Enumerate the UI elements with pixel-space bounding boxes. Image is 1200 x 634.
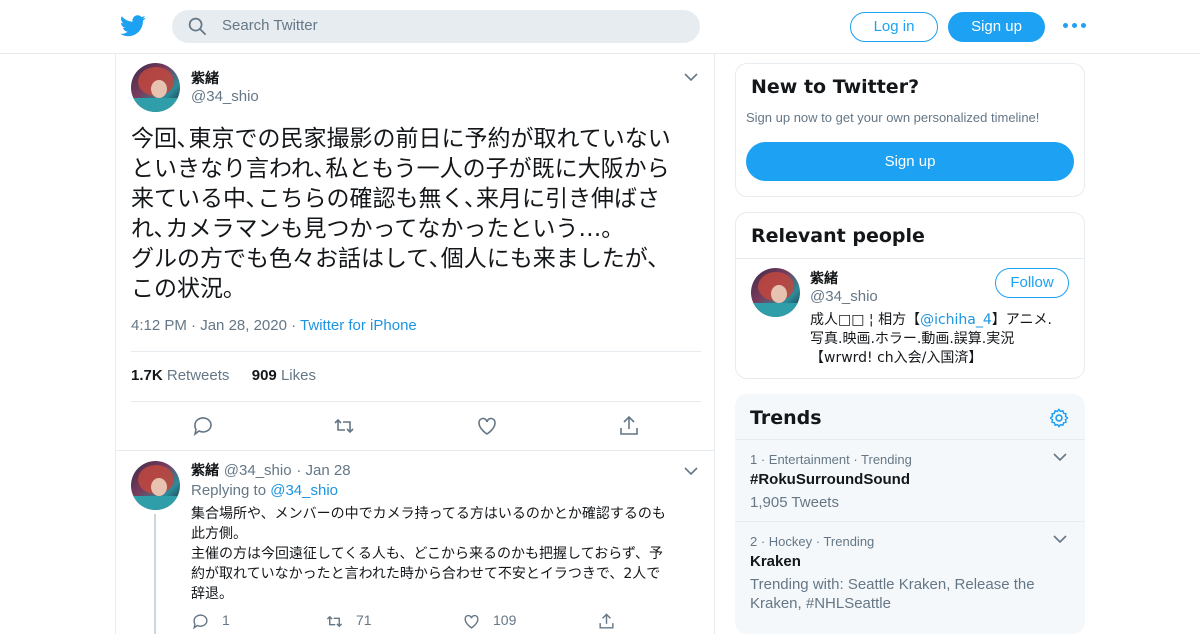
reply-like-button[interactable]: 109 [462, 612, 516, 632]
like-icon [464, 614, 479, 629]
tweet-date[interactable]: Jan 28, 2020 [200, 317, 287, 334]
trend-item[interactable]: 1 · Entertainment · Trending #RokuSurrou… [735, 452, 1085, 522]
relevant-people-card: Relevant people 紫緒 @34_shio Follow 成人□□ … [735, 212, 1085, 379]
signup-button[interactable]: Sign up [948, 12, 1045, 42]
tweet-stats: 1.7K Retweets 909 Likes [131, 367, 316, 384]
trends-panel: Trends 1 · Entertainment · Trending #Rok… [735, 394, 1085, 634]
person-name[interactable]: 紫緒 [810, 268, 838, 288]
reply-like-count: 109 [493, 612, 517, 629]
more-options-icon[interactable] [1063, 22, 1087, 30]
divider [735, 521, 1085, 522]
trend-context: 2 · Hockey · Trending [750, 534, 875, 549]
trend-tweet-count: 1,905 Tweets [750, 494, 839, 511]
reply-author-name[interactable]: 紫緒 [191, 463, 219, 479]
trend-related: Trending with: Seattle Kraken, Release t… [750, 576, 1035, 612]
search-icon [188, 17, 206, 35]
search-placeholder: Search Twitter [222, 17, 318, 34]
share-icon[interactable] [617, 414, 641, 438]
card-title: Relevant people [751, 225, 925, 247]
trends-title: Trends [750, 407, 822, 429]
avatar[interactable] [751, 268, 800, 317]
chevron-down-icon[interactable] [684, 72, 698, 82]
trend-item[interactable]: 2 · Hockey · Trending Kraken Trending wi… [735, 534, 1085, 624]
chevron-down-icon[interactable] [684, 466, 698, 476]
reply-text: 集合場所や、メンバーの中でカメラ持ってる方はいるのかとか確認するのも 此方側。 … [191, 506, 666, 602]
trend-context: 1 · Entertainment · Trending [750, 452, 912, 467]
tweet-column: 紫緒 @34_shio 今回､東京での民家撮影の前日に予約が取れていない といき… [115, 54, 715, 634]
divider [736, 258, 1084, 259]
bio-text: 成人□□ ¦ 相方【 [810, 312, 921, 328]
new-to-twitter-card: New to Twitter? Sign up now to get your … [735, 63, 1085, 197]
author-name[interactable]: 紫緒 [191, 68, 219, 88]
tweet-source-link[interactable]: Twitter for iPhone [300, 317, 417, 334]
card-subtitle: Sign up now to get your own personalized… [746, 110, 1040, 125]
retweets-label[interactable]: Retweets [167, 367, 230, 384]
author-handle[interactable]: @34_shio [191, 88, 259, 105]
tweet-meta: 4:12 PM · Jan 28, 2020 · Twitter for iPh… [131, 317, 417, 334]
trend-name[interactable]: Kraken [750, 553, 801, 570]
likes-label[interactable]: Likes [281, 367, 316, 384]
signup-button[interactable]: Sign up [746, 142, 1074, 181]
reply-header: 紫緒 @34_shio · Jan 28 [191, 462, 351, 479]
avatar[interactable] [131, 461, 180, 510]
like-icon[interactable] [475, 414, 499, 438]
trend-name[interactable]: #RokuSurroundSound [750, 471, 910, 488]
reply-count: 1 [222, 612, 230, 629]
chevron-down-icon[interactable] [1053, 534, 1067, 544]
reply-retweet-button[interactable]: 71 [325, 612, 372, 632]
likes-count[interactable]: 909 [252, 367, 277, 384]
chevron-down-icon[interactable] [1053, 452, 1067, 462]
reply-icon [193, 614, 208, 630]
tweet-time[interactable]: 4:12 PM [131, 317, 187, 334]
divider [131, 351, 701, 352]
replying-to-link[interactable]: @34_shio [270, 482, 338, 499]
thread-line [154, 514, 156, 634]
replying-to: Replying to @34_shio [191, 482, 338, 499]
replying-prefix: Replying to [191, 482, 267, 499]
reply-retweet-count: 71 [356, 612, 372, 629]
retweet-icon[interactable] [332, 414, 356, 438]
card-title: New to Twitter? [751, 76, 920, 98]
divider [131, 401, 701, 402]
gear-icon[interactable] [1048, 407, 1070, 429]
retweet-icon [326, 615, 343, 628]
share-icon [599, 613, 614, 629]
retweets-count[interactable]: 1.7K [131, 367, 163, 384]
person-bio: 成人□□ ¦ 相方【@ichiha_4】アニメ. 写真.映画.ホラー.動画.誤算… [810, 311, 1070, 368]
divider [116, 450, 714, 451]
twitter-logo-icon[interactable] [120, 14, 146, 38]
top-bar: Search Twitter Log in Sign up [0, 0, 1200, 54]
follow-button[interactable]: Follow [995, 268, 1069, 298]
reply-reply-button[interactable]: 1 [191, 612, 230, 632]
person-handle[interactable]: @34_shio [810, 288, 878, 305]
login-button[interactable]: Log in [850, 12, 938, 42]
avatar[interactable] [131, 63, 180, 112]
reply-icon[interactable] [191, 414, 215, 438]
reply-author-handle[interactable]: @34_shio [224, 462, 292, 479]
reply-share-button[interactable] [597, 612, 628, 632]
reply-date[interactable]: Jan 28 [306, 462, 351, 479]
bio-mention-link[interactable]: @ichiha_4 [920, 312, 992, 328]
search-input[interactable]: Search Twitter [172, 10, 700, 43]
tweet-text: 今回､東京での民家撮影の前日に予約が取れていない といきなり言われ､私ともう一人… [131, 126, 671, 302]
divider [735, 439, 1085, 440]
